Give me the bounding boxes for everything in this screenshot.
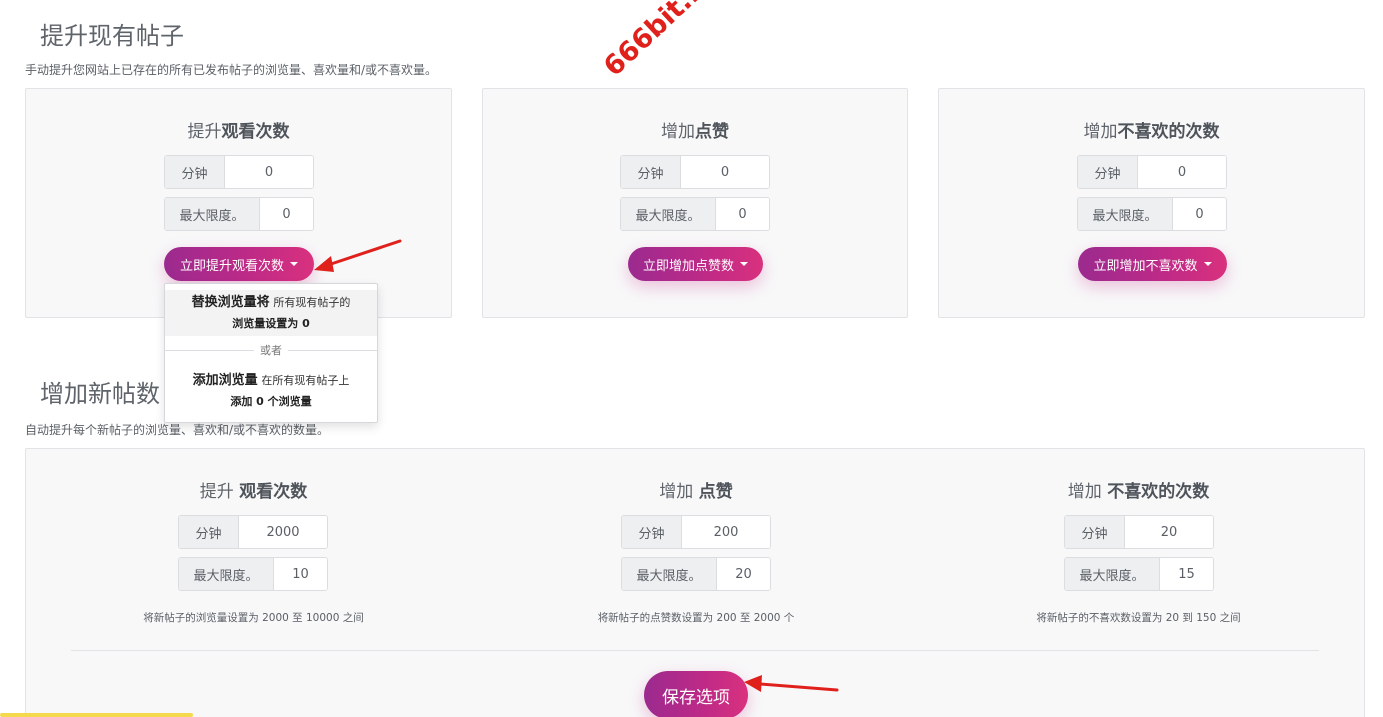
max-input[interactable]: 20: [717, 558, 770, 590]
dropdown-or-separator: 或者: [165, 342, 377, 358]
max-input-group: 最大限度。 15: [1064, 557, 1214, 591]
range-hint: 将新帖子的浏览量设置为 2000 至 10000 之间: [143, 612, 364, 624]
card-title-prefix: 增加: [661, 122, 695, 142]
boost-views-button-label: 立即提升观看次数: [179, 258, 284, 274]
minute-input[interactable]: 0: [225, 156, 313, 188]
minute-input-group: 分钟 200: [621, 515, 771, 549]
col-title: 增加 不喜欢的次数: [911, 477, 1366, 502]
max-input[interactable]: 0: [716, 198, 769, 230]
minute-input[interactable]: 2000: [239, 516, 327, 548]
max-input-group: 最大限度。 0: [620, 197, 770, 231]
minute-input[interactable]: 20: [1125, 516, 1213, 548]
card-title-prefix: 增加: [1083, 122, 1118, 142]
max-input-group: 最大限度。 0: [164, 197, 314, 231]
minute-label: 分钟: [621, 156, 681, 188]
add-likes-button[interactable]: 立即增加点赞数: [628, 247, 763, 281]
max-input[interactable]: 10: [274, 558, 327, 590]
dropdown-or-label: 或者: [254, 342, 288, 358]
dropdown-item-replace-note: 所有现有帖子的: [273, 296, 351, 309]
range-hint: 将新帖子的不喜欢数设置为 20 到 150 之间: [1036, 612, 1241, 624]
card-add-likes: 增加点赞 分钟 0 最大限度。 0 立即增加点赞数: [482, 88, 908, 318]
dropdown-item-replace-line2: 浏览量设置为 0: [232, 317, 310, 330]
section-subtitle-existing: 手动提升您网站上已存在的所有已发布帖子的浏览量、喜欢量和/或不喜欢量。: [25, 63, 438, 77]
max-label: 最大限度。: [1065, 558, 1160, 590]
minute-input-group: 分钟 0: [620, 155, 770, 189]
range-hint: 将新帖子的点赞数设置为 200 至 2000 个: [597, 612, 795, 624]
col-title-prefix: 增加: [659, 482, 699, 502]
dropdown-item-add-line2: 添加 0 个浏览量: [230, 395, 312, 408]
card-title: 增加点赞: [483, 117, 907, 142]
caret-down-icon: [1203, 262, 1212, 266]
col-title-bold: 点赞: [698, 482, 733, 502]
minute-label: 分钟: [179, 516, 239, 548]
section-title-new: 增加新帖数: [40, 380, 160, 408]
max-label: 最大限度。: [1078, 198, 1173, 230]
max-input[interactable]: 0: [1173, 198, 1226, 230]
max-label: 最大限度。: [622, 558, 717, 590]
caret-down-icon: [290, 262, 298, 266]
minute-input-group: 分钟 0: [164, 155, 314, 189]
card-title: 提升观看次数: [26, 117, 451, 142]
card-title-bold: 不喜欢的次数: [1117, 122, 1220, 142]
minute-input-group: 分钟 20: [1064, 515, 1214, 549]
minute-input[interactable]: 0: [1138, 156, 1226, 188]
dropdown-item-add-note: 在所有现有帖子上: [261, 374, 350, 387]
card-add-dislikes: 增加不喜欢的次数 分钟 0 最大限度。 0 立即增加不喜欢数: [938, 88, 1365, 318]
add-dislikes-button[interactable]: 立即增加不喜欢数: [1078, 247, 1227, 281]
max-input[interactable]: 15: [1160, 558, 1213, 590]
card-title-bold: 观看次数: [221, 122, 290, 142]
divider: [71, 650, 1319, 651]
watermark-logo: 666bit.net: [598, 0, 736, 83]
dropdown-item-add-bold: 添加浏览量: [192, 373, 258, 388]
max-input[interactable]: 0: [260, 198, 313, 230]
col-title: 提升 观看次数: [26, 477, 481, 502]
add-likes-button-label: 立即增加点赞数: [642, 258, 734, 274]
minute-input-group: 分钟 2000: [178, 515, 328, 549]
minute-input[interactable]: 200: [682, 516, 770, 548]
save-options-button[interactable]: 保存选项: [644, 671, 748, 717]
col-title: 增加 点赞: [483, 477, 909, 502]
section-subtitle-new: 自动提升每个新帖子的浏览量、喜欢和/或不喜欢的数量。: [25, 423, 330, 437]
boost-views-dropdown: 替换浏览量将 所有现有帖子的 浏览量设置为 0 或者 添加浏览量 在所有现有帖子…: [164, 283, 378, 423]
col-title-bold: 观看次数: [239, 482, 308, 502]
add-dislikes-button-label: 立即增加不喜欢数: [1093, 258, 1198, 274]
minute-label: 分钟: [622, 516, 682, 548]
boost-views-button[interactable]: 立即提升观看次数: [164, 247, 314, 281]
card-title: 增加不喜欢的次数: [939, 117, 1364, 142]
section-title-existing: 提升现有帖子: [40, 22, 184, 50]
card-new-posts: 提升 观看次数 分钟 2000 最大限度。 10 将新帖子的浏览量设置为 200…: [25, 448, 1365, 717]
bottom-highlight-bar: [0, 713, 193, 717]
col-title-bold: 不喜欢的次数: [1107, 482, 1210, 502]
max-input-group: 最大限度。 0: [1077, 197, 1227, 231]
card-title-prefix: 提升: [187, 122, 222, 142]
minute-label: 分钟: [1065, 516, 1125, 548]
col-title-prefix: 增加: [1067, 482, 1108, 502]
dropdown-item-replace[interactable]: 替换浏览量将 所有现有帖子的 浏览量设置为 0: [165, 290, 377, 336]
max-label: 最大限度。: [165, 198, 260, 230]
max-label: 最大限度。: [621, 198, 716, 230]
dropdown-item-replace-bold: 替换浏览量将: [191, 295, 270, 310]
dropdown-item-add[interactable]: 添加浏览量 在所有现有帖子上 添加 0 个浏览量: [165, 368, 377, 414]
minute-input-group: 分钟 0: [1077, 155, 1227, 189]
card-title-bold: 点赞: [695, 122, 729, 142]
caret-down-icon: [740, 262, 748, 266]
minute-input[interactable]: 0: [681, 156, 769, 188]
max-input-group: 最大限度。 10: [178, 557, 328, 591]
col-title-prefix: 提升: [199, 482, 240, 502]
max-label: 最大限度。: [179, 558, 274, 590]
minute-label: 分钟: [1078, 156, 1138, 188]
minute-label: 分钟: [165, 156, 225, 188]
max-input-group: 最大限度。 20: [621, 557, 771, 591]
